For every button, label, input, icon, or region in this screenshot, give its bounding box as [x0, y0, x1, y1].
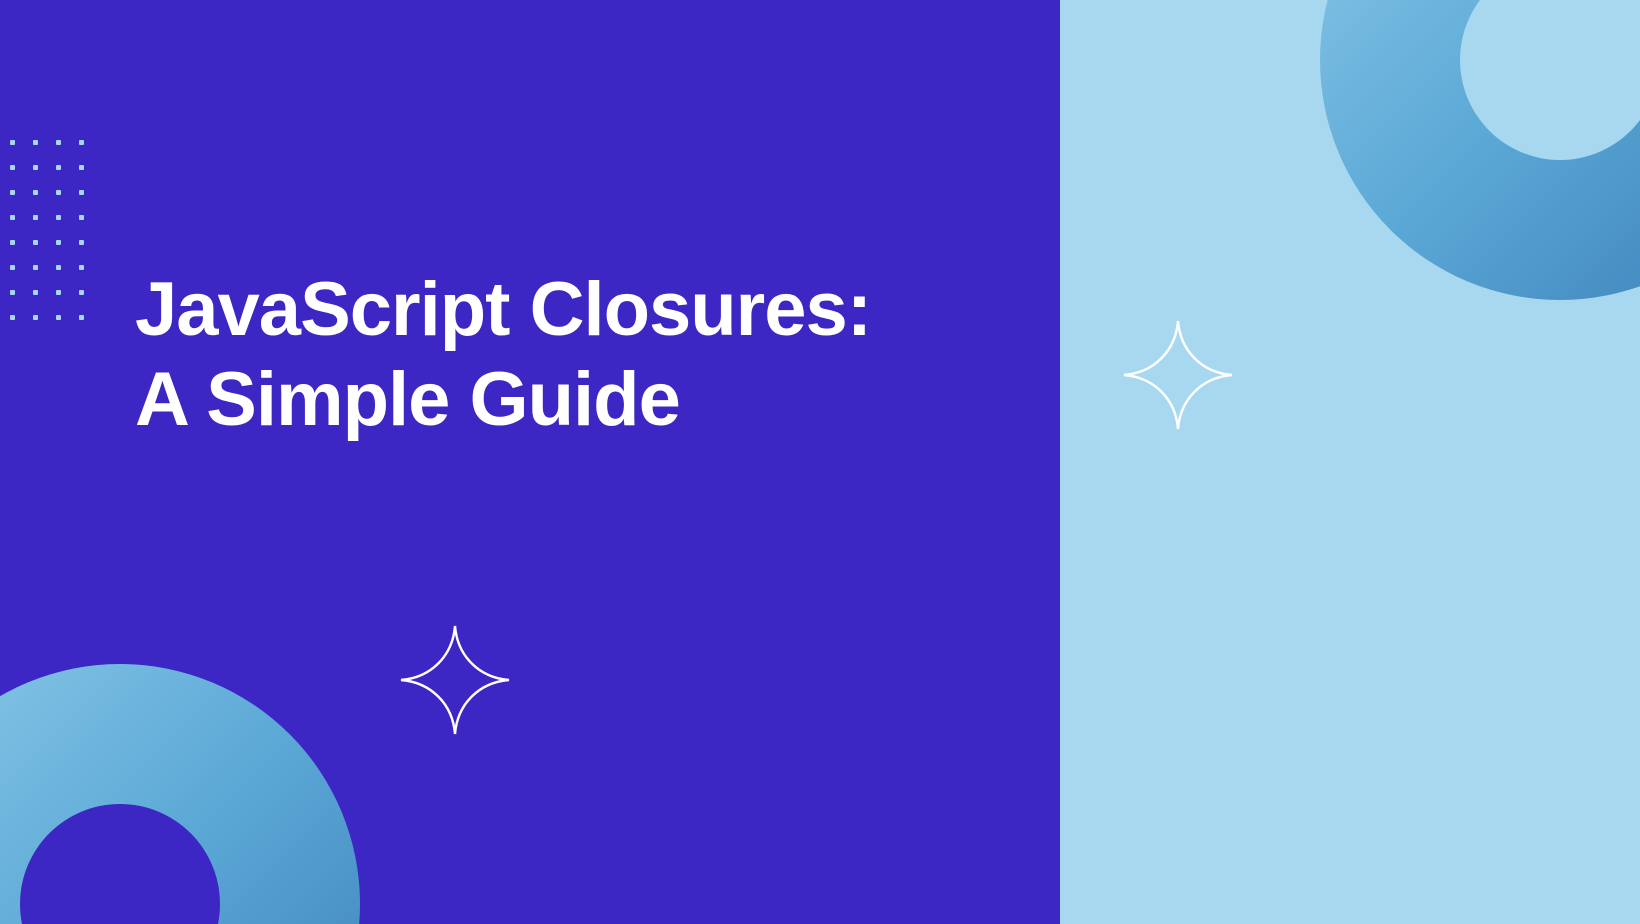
left-panel: JavaScript Closures: A Simple Guide	[0, 0, 1060, 924]
ring-decoration-top-right	[1320, 0, 1640, 300]
dot-pattern-decoration	[10, 140, 84, 320]
title-line-1: JavaScript Closures:	[135, 267, 871, 352]
main-title: JavaScript Closures: A Simple Guide	[135, 265, 871, 444]
right-panel	[1060, 0, 1640, 924]
ring-decoration-bottom-left	[0, 664, 360, 924]
title-line-2: A Simple Guide	[135, 357, 680, 442]
sparkle-icon	[1118, 315, 1238, 435]
sparkle-icon	[395, 620, 515, 740]
